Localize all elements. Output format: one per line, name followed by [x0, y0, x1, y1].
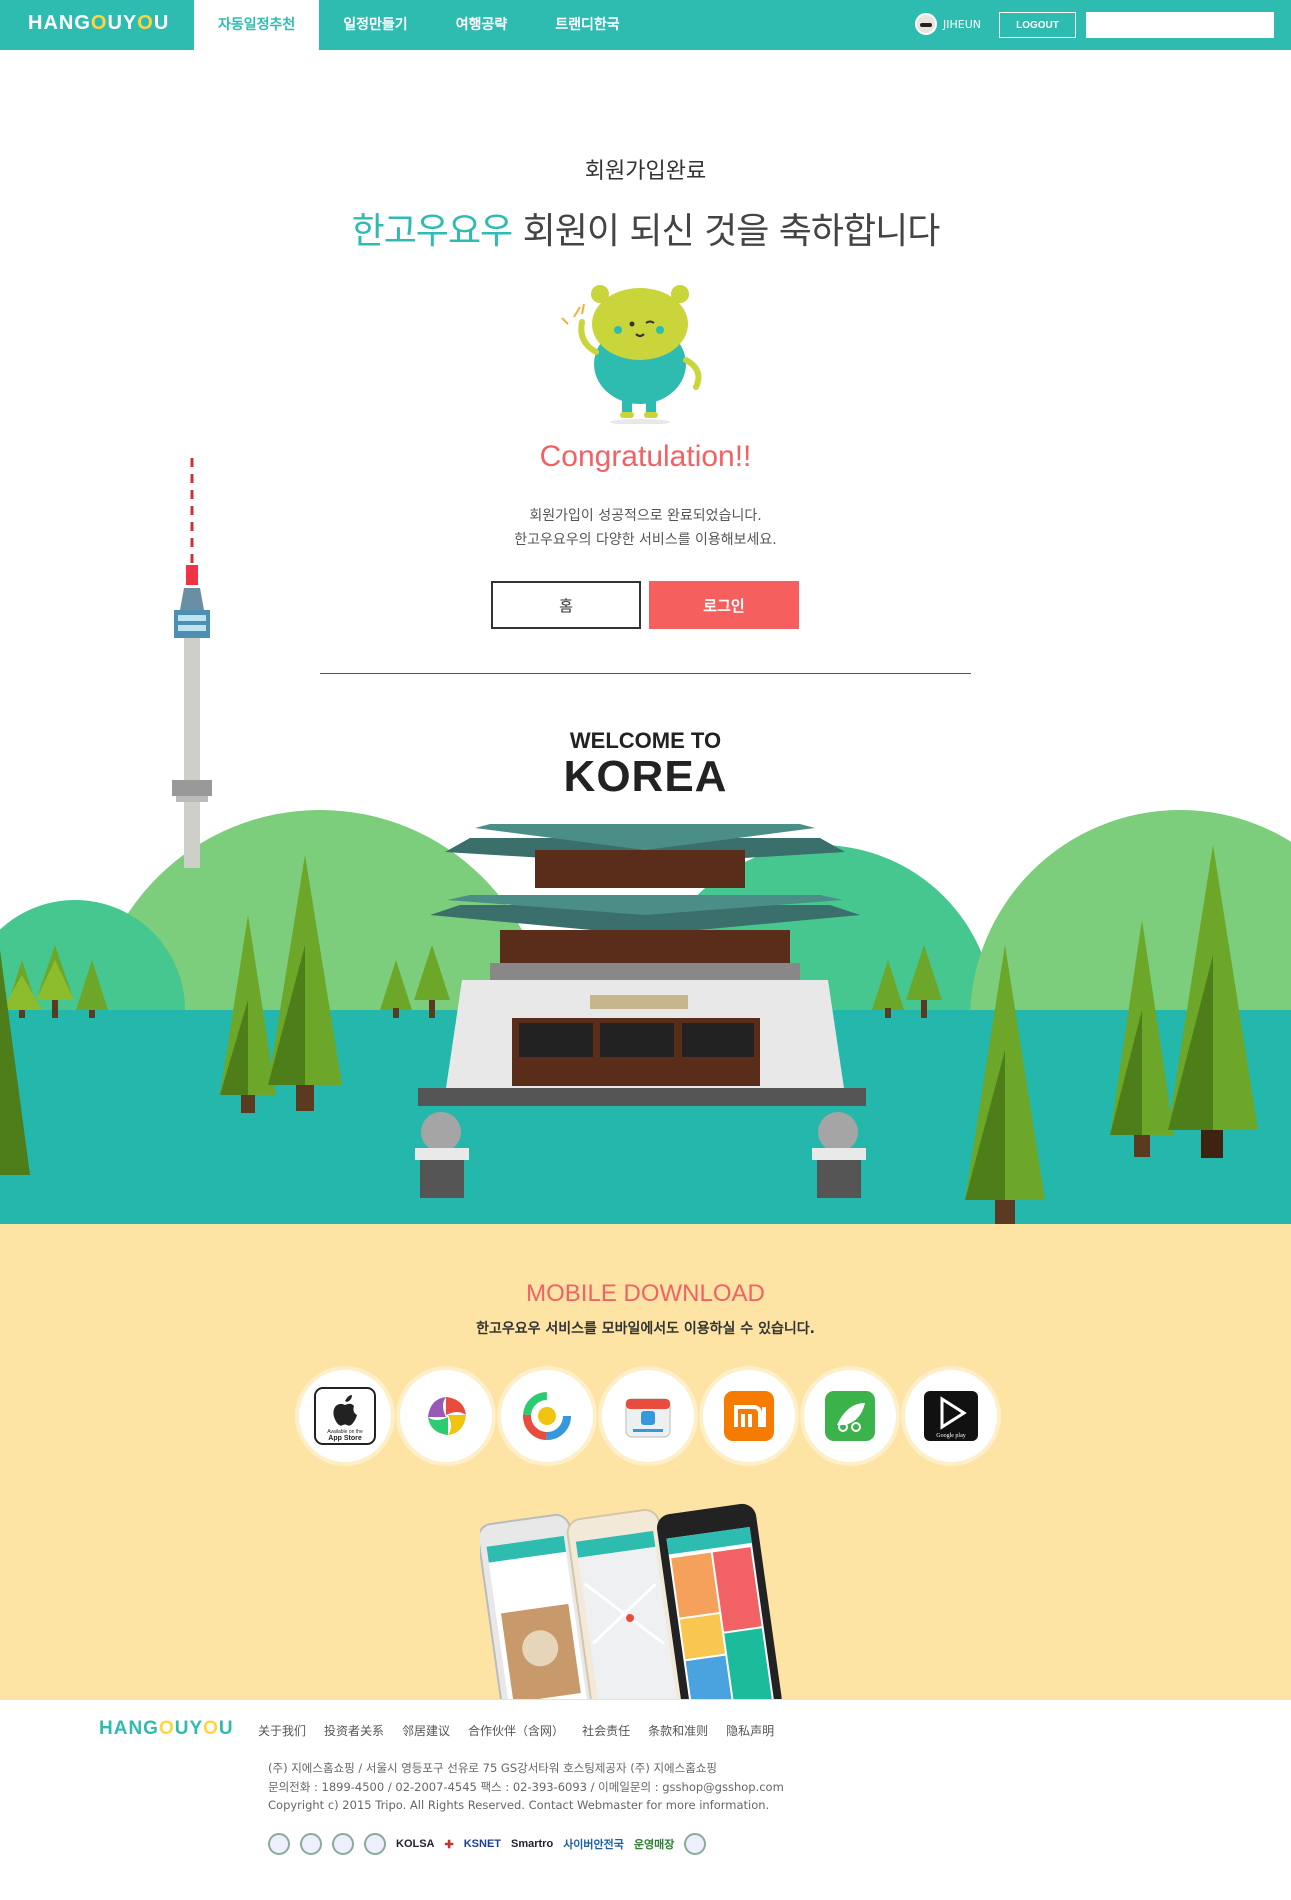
user-profile[interactable]: JIHEUN — [915, 13, 981, 35]
nav-auto-schedule[interactable]: 자동일정추천 — [194, 0, 320, 50]
copyright-text: Copyright c) 2015 Tripo. All Rights Rese… — [268, 1798, 770, 1812]
svg-text:App Store: App Store — [328, 1435, 362, 1442]
mobile-download-section: MOBILE DOWNLOAD 한고우요우 서비스를 모바일에서도 이용하실 수… — [0, 1224, 1291, 1699]
korea-text: KOREA — [563, 752, 728, 801]
market-link-1[interactable] — [400, 1370, 492, 1462]
certification-badge-icon — [332, 1833, 354, 1855]
google-play-icon: Google play — [924, 1391, 978, 1441]
welcome-to-text: WELCOME TO — [569, 728, 722, 753]
market-link-3[interactable] — [602, 1370, 694, 1462]
mobile-download-subtitle: 한고우요우 서비스를 모바일에서도 이용하실 수 있습니다. — [476, 1321, 815, 1337]
google-play-link[interactable]: Google play — [905, 1370, 997, 1462]
certification-badge-icon — [364, 1833, 386, 1855]
page-title: 한고우요우 회원이 되신 것을 축하합니다 — [0, 202, 1291, 254]
site-logo[interactable]: HANGOUYOU — [28, 12, 169, 35]
home-button[interactable]: 홈 — [491, 581, 641, 629]
certification-badge-icon — [300, 1833, 322, 1855]
nav-travel-guide[interactable]: 여행공략 — [432, 0, 532, 50]
app-store-icon: Available on the App Store — [314, 1387, 376, 1445]
svg-text:Google play: Google play — [936, 1433, 966, 1439]
logout-button[interactable]: LOGOUT — [999, 12, 1076, 38]
nav-make-schedule[interactable]: 일정만들기 — [319, 0, 431, 50]
section-divider — [320, 673, 971, 674]
store-certification-logo: 운영매장 — [633, 1839, 675, 1851]
footer-link-terms[interactable]: 条款和准则 — [648, 1722, 708, 1739]
footer-links: 关于我们 投资者关系 邻居建议 合作伙伴（含网） 社会责任 条款和准则 隐私声明 — [258, 1722, 774, 1739]
footer-link-partners[interactable]: 合作伙伴（含网） — [468, 1722, 564, 1739]
colorful-leaf-icon — [428, 1397, 466, 1435]
success-message: 회원가입이 성공적으로 완료되었습니다. — [529, 508, 762, 524]
swirl-market-icon — [523, 1392, 571, 1440]
contact-info: 문의전화 : 1899-4500 / 02-2007-4545 팩스 : 02-… — [268, 1780, 784, 1794]
ksnet-logo: KSNET — [463, 1838, 501, 1850]
avatar — [915, 13, 937, 35]
cyber-safety-logo: 사이버안전국 — [563, 1839, 624, 1851]
footer-link-investors[interactable]: 投资者关系 — [324, 1722, 384, 1739]
username: JIHEUN — [943, 17, 981, 31]
main-nav: 자동일정추천 일정만들기 여행공략 트랜디한국 — [194, 0, 644, 50]
app-store-list: Available on the App Store Google play — [299, 1370, 997, 1462]
congratulation-text: Congratulation!! — [539, 440, 752, 473]
market-link-5[interactable] — [804, 1370, 896, 1462]
top-header: HANGOUYOU 자동일정추천 일정만들기 여행공략 트랜디한국 JIHEUN… — [0, 0, 1291, 50]
xiaomi-icon — [724, 1391, 774, 1441]
ccm-badge-icon — [268, 1833, 290, 1855]
mobile-download-title: MOBILE DOWNLOAD — [526, 1280, 765, 1307]
footer-link-responsibility[interactable]: 社会责任 — [582, 1722, 630, 1739]
nav-trendy-korea[interactable]: 트랜디한국 — [531, 0, 643, 50]
market-link-2[interactable] — [501, 1370, 593, 1462]
green-market-icon — [825, 1391, 875, 1441]
korea-landscape-illustration — [0, 458, 1291, 1225]
app-store-link[interactable]: Available on the App Store — [299, 1370, 391, 1462]
service-message: 한고우요우의 다양한 서비스를 이용해보세요. — [514, 532, 777, 548]
footer-logo[interactable]: HANGOUYOU — [99, 1718, 234, 1740]
xiaomi-link[interactable] — [703, 1370, 795, 1462]
cross-logo-icon: ✚ — [444, 1838, 454, 1851]
bear-mascot-illustration — [561, 285, 702, 424]
headline-text: 회원이 되신 것을 축하합니다 — [512, 211, 941, 252]
phone-mockups-illustration — [480, 1503, 782, 1699]
site-footer: HANGOUYOU 关于我们 投资者关系 邻居建议 合作伙伴（含网） 社会责任 … — [0, 1699, 1291, 1900]
smartro-logo: Smartro — [511, 1838, 554, 1850]
company-address: (주) 지에스홈쇼핑 / 서울시 영등포구 선유로 75 GS강서타워 호스팅제… — [268, 1761, 717, 1775]
headline-brand: 한고우요우 — [351, 211, 514, 252]
certification-logos: KOLSA ✚ KSNET Smartro 사이버안전국 운영매장 — [268, 1833, 707, 1855]
kolsa-logo: KOLSA — [396, 1838, 435, 1850]
police-badge-icon — [684, 1833, 707, 1855]
search-input[interactable] — [1086, 12, 1274, 38]
footer-link-suggestions[interactable]: 邻居建议 — [402, 1722, 450, 1739]
bag-market-icon — [625, 1398, 671, 1438]
footer-link-privacy[interactable]: 隐私声明 — [726, 1722, 774, 1739]
page-subtitle: 회원가입완료 — [584, 159, 707, 184]
login-button[interactable]: 로그인 — [649, 581, 799, 629]
footer-link-about[interactable]: 关于我们 — [258, 1722, 306, 1739]
